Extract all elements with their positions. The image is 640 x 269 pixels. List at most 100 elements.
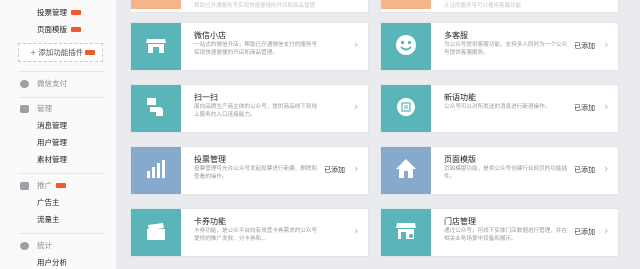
card-title: 微信小店 [194, 31, 226, 40]
sidebar-group-stats: 统计 [0, 239, 117, 253]
card-desc: 通过公众号，可线下实体门店数据进行管理，并在相关业务场景中设备和展示。 [444, 228, 568, 242]
sidebar-group-label: 微信支付 [37, 79, 67, 88]
card-title: 扫一扫 [194, 93, 218, 102]
chevron-right-icon: › [354, 162, 359, 175]
chevron-right-icon: › [604, 224, 609, 237]
card-thumb [131, 209, 181, 256]
wechat-pay-icon [20, 80, 29, 88]
card-customer-service[interactable]: 多客服 为公众号提供客服功能，支持多人同时为一个公众号提供客服服务。 已添加 › [380, 22, 619, 71]
home-icon [396, 159, 416, 178]
new-badge [71, 9, 81, 15]
card-thumb [381, 147, 431, 194]
new-badge [56, 182, 66, 188]
card-desc: 投票管理可允许公众号发起投票进行新建、删除和查看的操作。 [194, 166, 318, 180]
sidebar: 投票管理 页面模版 + 添加功能插件 微信支付 管理 消息管理 用户管理 素材管理… [0, 0, 117, 269]
card-coupon[interactable]: 卡券功能 卡券功能，是公众平台向有效营卡券需求的公众号提供的推广发放、分卡券和.… [130, 208, 369, 257]
add-plugin-button[interactable]: + 添加功能插件 [18, 43, 103, 62]
sidebar-group-label: 统计 [37, 241, 52, 250]
top-card-partial-right[interactable]: 认证的服务号可以使用客服功能 [380, 0, 619, 13]
card-desc-faint: 认证的服务号可以使用客服功能 [444, 3, 522, 9]
sidebar-item-label: 页面模版 [37, 25, 67, 34]
card-thumb [381, 209, 431, 256]
sidebar-group-promote: 推广 [0, 179, 117, 193]
card-status: 已添加 [574, 166, 595, 174]
sidebar-item-materials[interactable]: 素材管理 [0, 153, 117, 167]
divider [18, 173, 104, 174]
card-thumb [131, 0, 181, 9]
sidebar-item-page-template[interactable]: 页面模版 [0, 23, 117, 37]
card-status: 已添加 [574, 42, 595, 50]
card-thumb [131, 23, 181, 70]
card-icon [147, 223, 165, 240]
sidebar-item-label: 投票管理 [37, 8, 67, 17]
card-title: 多客服 [444, 31, 468, 40]
plus-icon: + [30, 48, 37, 57]
sidebar-item-label: 消息管理 [37, 121, 67, 130]
chevron-right-icon: › [604, 100, 609, 113]
manage-icon [20, 105, 29, 113]
sidebar-item-user-analysis[interactable]: 用户分析 [0, 256, 117, 269]
card-title: 门店管理 [444, 217, 476, 226]
new-badge [85, 49, 96, 55]
reply-icon [397, 98, 415, 116]
card-desc: 卡券功能，是公众平台向有效营卡券需求的公众号提供的推广发放、分卡券和... [194, 228, 318, 242]
sidebar-item-label: 用户分析 [37, 258, 67, 267]
card-desc: 公众号可以对所发送的消息进行新语操作。 [444, 104, 551, 110]
add-plugin-label: 添加功能插件 [38, 48, 84, 57]
card-scan[interactable]: 扫一扫 面向品牌生产商主体的公众号，提供商品线下到线上服务的入口连接能力。 › [130, 84, 369, 133]
card-thumb [381, 23, 431, 70]
sidebar-group-label: 推广 [37, 181, 52, 190]
chevron-right-icon: › [354, 38, 359, 51]
divider [18, 97, 104, 98]
chevron-right-icon: › [604, 162, 609, 175]
sidebar-item-users[interactable]: 用户管理 [0, 136, 117, 150]
sidebar-group-manage: 管理 [0, 102, 117, 116]
sidebar-group-wechat-pay[interactable]: 微信支付 [0, 77, 117, 91]
card-thumb [131, 85, 181, 132]
card-title: 投票管理 [194, 155, 226, 164]
promote-icon [20, 182, 29, 190]
card-desc: 为公众号提供客服功能，支持多人同时为一个公众号提供客服服务。 [444, 42, 568, 56]
top-card-partial-left[interactable]: 帮助已开通服务号实现快速便捷的开店和商品管理 [130, 0, 369, 13]
sidebar-item-advertiser[interactable]: 广告主 [0, 196, 117, 210]
sidebar-item-label: 流量主 [37, 215, 60, 224]
card-status: 已添加 [574, 228, 595, 236]
card-title: 卡券功能 [194, 217, 226, 226]
card-store-manage[interactable]: 门店管理 通过公众号，可线下实体门店数据进行管理，并在相关业务场景中设备和展示。… [380, 208, 619, 257]
stats-icon [20, 242, 29, 250]
shop-icon [396, 223, 416, 239]
smile-icon [396, 35, 416, 55]
card-title: 页面模版 [444, 155, 476, 164]
card-new-reply[interactable]: 新语功能 公众号可以对所发送的消息进行新语操作。 已添加 › [380, 84, 619, 133]
sidebar-item-label: 用户管理 [37, 138, 67, 147]
card-title: 新语功能 [444, 93, 476, 102]
chevron-right-icon: › [604, 38, 609, 51]
chevron-right-icon: › [354, 224, 359, 237]
plugin-grid: 帮助已开通服务号实现快速便捷的开店和商品管理 认证的服务号可以使用客服功能 微信… [117, 0, 640, 269]
bar-chart-icon [147, 160, 165, 178]
card-desc-faint: 帮助已开通服务号实现快速便捷的开店和商品管理 [194, 3, 316, 9]
store-icon [146, 39, 166, 53]
card-status: 已添加 [324, 166, 345, 174]
card-page-template[interactable]: 页面模版 页面模版功能，是将公众号创建行业网页的功能插件。 已添加 › [380, 146, 619, 195]
chevron-right-icon: › [354, 100, 359, 113]
card-desc: 一站式的微信开店，帮助已开通微信支付的服务号实现快速便捷的开店和商品管理。 [194, 42, 318, 56]
sidebar-item-messages[interactable]: 消息管理 [0, 119, 117, 133]
scan-hand-icon [147, 98, 163, 116]
card-vote-manage[interactable]: 投票管理 投票管理可允许公众号发起投票进行新建、删除和查看的操作。 已添加 › [130, 146, 369, 195]
new-badge [71, 26, 81, 32]
sidebar-item-vote-manage[interactable]: 投票管理 [0, 6, 117, 20]
card-thumb [381, 0, 431, 9]
sidebar-group-label: 管理 [37, 104, 52, 113]
card-thumb [381, 85, 431, 132]
card-thumb [131, 147, 181, 194]
card-wechat-store[interactable]: 微信小店 一站式的微信开店，帮助已开通微信支付的服务号实现快速便捷的开店和商品管… [130, 22, 369, 71]
card-desc: 面向品牌生产商主体的公众号，提供商品线下到线上服务的入口连接能力。 [194, 104, 318, 118]
card-desc: 页面模版功能，是将公众号创建行业网页的功能插件。 [444, 166, 568, 180]
card-status: 已添加 [574, 104, 595, 112]
divider [18, 233, 104, 234]
divider [18, 71, 104, 72]
sidebar-item-label: 素材管理 [37, 155, 67, 164]
sidebar-item-label: 广告主 [37, 198, 60, 207]
sidebar-item-publisher[interactable]: 流量主 [0, 213, 117, 227]
